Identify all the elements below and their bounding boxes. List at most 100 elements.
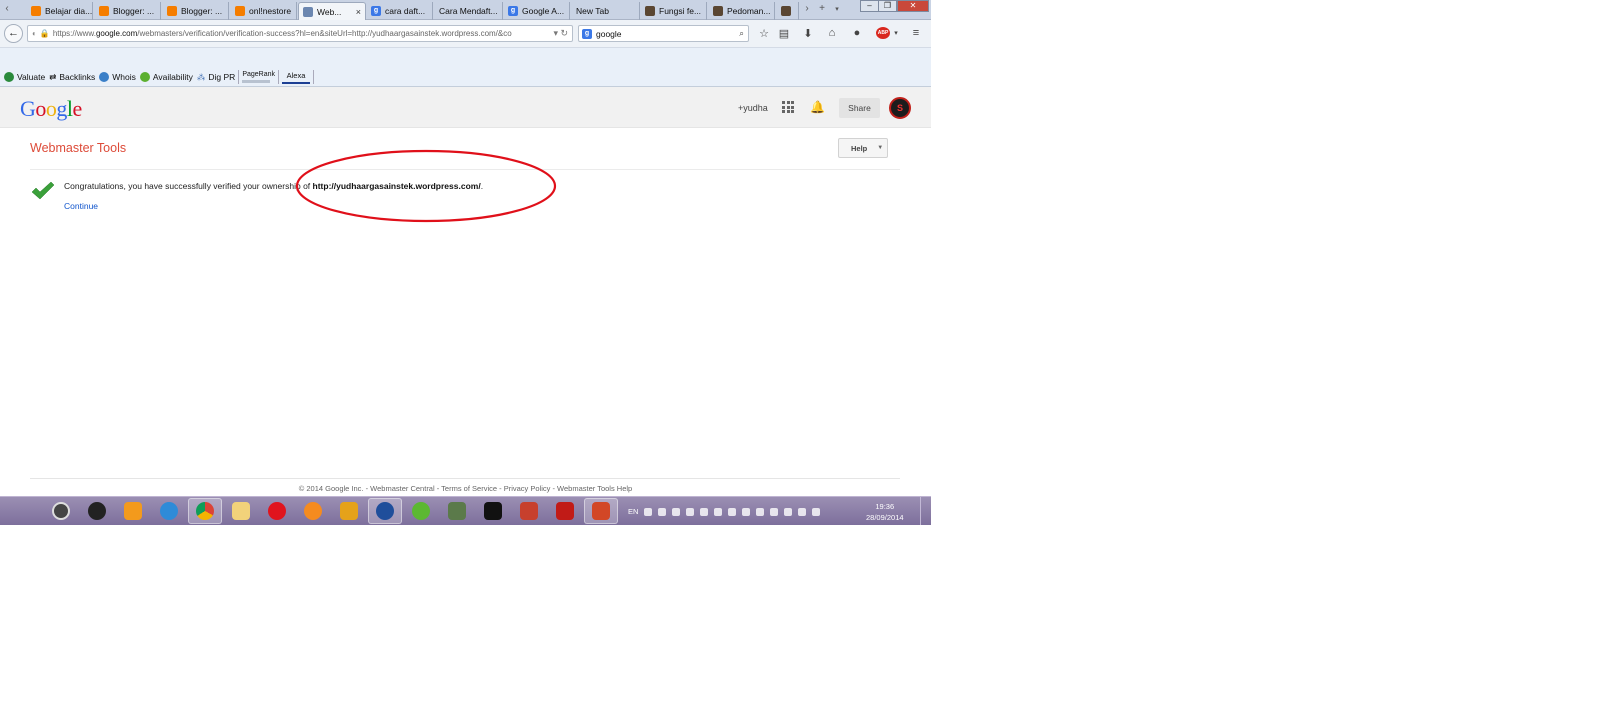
availability-label: Availability bbox=[152, 72, 193, 82]
taskbar-app-powerpoint[interactable] bbox=[584, 498, 618, 524]
tray-extra-icon[interactable] bbox=[812, 507, 821, 516]
pdf-icon bbox=[556, 502, 574, 520]
chat-icon[interactable]: ● bbox=[849, 27, 865, 39]
tab-google-a[interactable]: g Google A... bbox=[504, 2, 570, 20]
shield-icon[interactable] bbox=[672, 507, 681, 516]
taskbar-app-media[interactable] bbox=[116, 498, 150, 524]
flag-icon[interactable] bbox=[770, 507, 779, 516]
close-tab-icon[interactable]: × bbox=[356, 7, 361, 17]
taskbar-app-book[interactable] bbox=[512, 498, 546, 524]
minimize-icon[interactable]: – bbox=[860, 0, 879, 12]
home-icon[interactable]: ⌂ bbox=[824, 27, 840, 39]
security-icon[interactable] bbox=[686, 507, 695, 516]
pagerank-widget[interactable]: PageRank bbox=[242, 71, 275, 83]
tab-scroll-right-icon[interactable]: › bbox=[800, 3, 814, 14]
reload-icon[interactable]: ▾ ↻ bbox=[553, 28, 568, 39]
network-icon[interactable] bbox=[742, 507, 751, 516]
taskbar-app-ie[interactable] bbox=[152, 498, 186, 524]
taskbar-app-tool[interactable] bbox=[332, 498, 366, 524]
battery-icon[interactable] bbox=[728, 507, 737, 516]
dig-pr-button[interactable]: ⁂ Dig PR bbox=[197, 72, 235, 83]
notification-bell-icon[interactable]: 🔔 bbox=[810, 100, 825, 114]
blogger-icon bbox=[235, 6, 245, 16]
taskbar-app-explorer[interactable] bbox=[224, 498, 258, 524]
tab-fungsi[interactable]: Fungsi fe... bbox=[641, 2, 707, 20]
continue-link[interactable]: Continue bbox=[64, 201, 98, 211]
taskbar-app-opera[interactable] bbox=[260, 498, 294, 524]
tab-pedoman[interactable]: Pedoman... bbox=[709, 2, 775, 20]
taskbar-app-firefox[interactable] bbox=[296, 498, 330, 524]
tab-webmaster-active[interactable]: Web... × bbox=[298, 2, 366, 20]
taskbar-app-settings[interactable] bbox=[80, 498, 114, 524]
adblock-dropdown-icon[interactable]: ▾ bbox=[888, 29, 904, 37]
language-indicator[interactable]: EN bbox=[628, 507, 638, 516]
new-tab-icon[interactable]: + bbox=[815, 3, 829, 14]
clock[interactable]: 19:36 28/09/2014 bbox=[866, 501, 904, 523]
bookmark-star-icon[interactable]: ☆ bbox=[756, 27, 772, 40]
alexa-label: Alexa bbox=[286, 70, 306, 80]
share-button[interactable]: Share bbox=[839, 98, 880, 118]
google-logo[interactable]: Google bbox=[20, 96, 82, 122]
search-engine-icon[interactable]: g bbox=[582, 28, 592, 39]
url-bar[interactable]: ◐ 🔒 https://www. google.com/webmasters/ve… bbox=[27, 25, 573, 42]
tab-scroll-left-icon[interactable]: ‹ bbox=[0, 3, 14, 14]
screenshot-area: ‹ Belajar dia... Blogger: ... Blogger: .… bbox=[0, 0, 931, 525]
separator bbox=[313, 70, 315, 84]
taskbar-app-utorrent[interactable] bbox=[404, 498, 438, 524]
valuate-button[interactable]: Valuate bbox=[4, 72, 45, 82]
opera-icon bbox=[268, 502, 286, 520]
tray-app-icon[interactable] bbox=[658, 507, 667, 516]
tab-cara-daft[interactable]: g cara daft... bbox=[367, 2, 433, 20]
backlinks-label: Backlinks bbox=[59, 72, 96, 82]
identity-icon[interactable]: ◐ bbox=[32, 29, 37, 38]
download-icon[interactable]: ⬇ bbox=[800, 27, 816, 40]
tab-label: Cara Mendaft... bbox=[439, 6, 498, 16]
tab-label: Belajar dia... bbox=[45, 6, 93, 16]
taskbar-app-chrome[interactable] bbox=[188, 498, 222, 524]
tab-onlinestore[interactable]: onl!nestore bbox=[231, 2, 297, 20]
person-icon bbox=[713, 6, 723, 16]
warning-icon[interactable] bbox=[714, 507, 723, 516]
utorrent-icon bbox=[412, 502, 430, 520]
taskbar-app-launcher[interactable] bbox=[44, 498, 78, 524]
system-tray: EN bbox=[628, 497, 821, 525]
close-window-icon[interactable]: ✕ bbox=[897, 0, 929, 12]
backlinks-button[interactable]: ⇄ Backlinks bbox=[49, 72, 95, 83]
tab-list-icon[interactable]: ▾ bbox=[830, 5, 844, 13]
search-bar[interactable]: g google ⌕ bbox=[578, 25, 749, 42]
taskbar-app-cmd[interactable] bbox=[476, 498, 510, 524]
alexa-widget[interactable]: Alexa bbox=[282, 70, 311, 84]
show-desktop-button[interactable] bbox=[920, 497, 931, 525]
user-link[interactable]: +yudha bbox=[738, 103, 768, 113]
apps-grid-icon[interactable] bbox=[782, 101, 794, 113]
tab-blogger-2[interactable]: Blogger: ... bbox=[163, 2, 229, 20]
usb-icon[interactable] bbox=[756, 507, 765, 516]
maximize-icon[interactable]: ❐ bbox=[878, 0, 897, 12]
tab-blogger-1[interactable]: Blogger: ... bbox=[95, 2, 161, 20]
wifi-icon[interactable] bbox=[644, 507, 653, 516]
availability-button[interactable]: Availability bbox=[139, 72, 193, 82]
taskbar-app-globe[interactable] bbox=[368, 498, 402, 524]
tab-belajar[interactable]: Belajar dia... bbox=[27, 2, 93, 20]
footer[interactable]: © 2014 Google Inc. - Webmaster Central -… bbox=[0, 484, 931, 493]
clipboard-icon[interactable] bbox=[798, 507, 807, 516]
taskbar-app-monitor[interactable] bbox=[440, 498, 474, 524]
page-title[interactable]: Webmaster Tools bbox=[30, 141, 126, 155]
firefox-icon bbox=[304, 502, 322, 520]
taskbar-app-acrobat[interactable] bbox=[548, 498, 582, 524]
avatar[interactable]: S bbox=[889, 97, 911, 119]
tab-overflow[interactable] bbox=[777, 2, 799, 20]
help-button[interactable]: Help ▼ bbox=[838, 138, 888, 158]
menu-icon[interactable]: ≡ bbox=[908, 27, 924, 39]
clipboard-icon[interactable]: ▤ bbox=[776, 27, 792, 40]
back-arrow-icon[interactable]: ← bbox=[4, 24, 23, 43]
tab-cara-mendaft[interactable]: Cara Mendaft... bbox=[435, 2, 503, 20]
whois-button[interactable]: Whois bbox=[99, 72, 136, 82]
search-icon[interactable]: ⌕ bbox=[739, 28, 744, 39]
tab-new-tab[interactable]: New Tab bbox=[572, 2, 640, 20]
help-label: Help bbox=[851, 143, 868, 153]
volume-icon[interactable] bbox=[700, 507, 709, 516]
tab-label: New Tab bbox=[576, 6, 609, 16]
signal-icon[interactable] bbox=[784, 507, 793, 516]
person-icon bbox=[645, 6, 655, 16]
